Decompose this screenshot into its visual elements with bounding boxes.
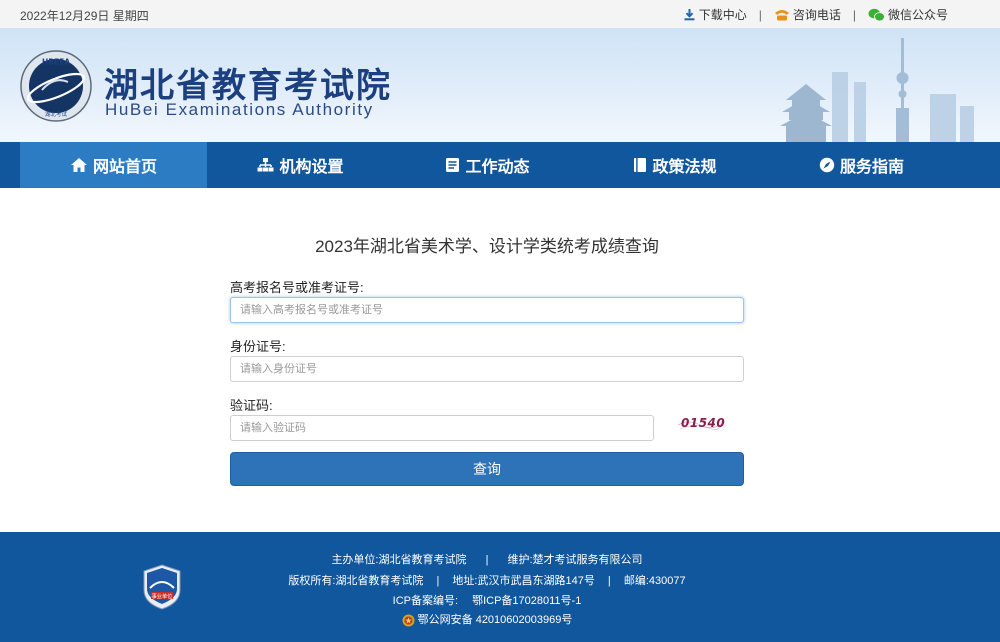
- phone-icon: [774, 10, 789, 21]
- host-label: 主办单位:: [331, 554, 379, 566]
- zip-label: 邮编:: [623, 575, 649, 587]
- zip-value: 430077: [648, 575, 686, 587]
- emblem-sub-text: 湖北考试: [45, 110, 68, 118]
- footer-line-icp: ICP备案编号: 鄂ICP备17028011号-1: [0, 592, 974, 608]
- wechat-icon: [868, 8, 885, 21]
- police-record-link[interactable]: 鄂公网安备 42010602003969号: [418, 614, 573, 626]
- icp-link[interactable]: 鄂ICP备17028011号-1: [472, 595, 581, 607]
- emblem-text: HBEEA: [42, 58, 70, 67]
- book-icon: [634, 158, 647, 172]
- hotline-label: 咨询电话: [792, 8, 841, 22]
- captcha-code: 01540: [681, 416, 726, 430]
- nav-item-label: 机构设置: [279, 159, 344, 176]
- host-value: 湖北省教育考试院: [378, 554, 467, 566]
- footer: 事业单位 主办单位:湖北省教育考试院 | 维护:楚才考试服务有限公司 版权所有:…: [0, 532, 1000, 642]
- download-icon: [684, 9, 695, 21]
- download-center-link[interactable]: 下载中心: [683, 6, 747, 23]
- main-nav: 网站首页 机构设置 工作动态 政策法规 服务指南: [0, 142, 1000, 188]
- captcha-label: 验证码:: [230, 398, 273, 413]
- nav-item-news[interactable]: 工作动态: [394, 142, 581, 188]
- wechat-label: 微信公众号: [887, 8, 948, 22]
- nav-item-label: 政策法规: [652, 159, 717, 176]
- query-button[interactable]: 查询: [230, 452, 744, 486]
- icp-label: ICP备案编号:: [392, 595, 459, 607]
- compass-icon: [819, 157, 835, 173]
- hotline-link[interactable]: 咨询电话: [774, 6, 841, 23]
- separator: |: [852, 7, 856, 22]
- nav-item-label: 服务指南: [839, 159, 904, 176]
- nav-item-policies[interactable]: 政策法规: [581, 142, 768, 188]
- current-date: 2022年12月29日 星期四: [20, 9, 149, 23]
- copyright-label: 版权所有:: [288, 575, 336, 587]
- city-skyline-illustration: [780, 38, 974, 142]
- police-badge-icon: [402, 614, 415, 627]
- id-card-input[interactable]: [230, 356, 744, 382]
- exam-id-label: 高考报名号或准考证号:: [230, 280, 364, 295]
- id-card-label: 身份证号:: [230, 339, 286, 354]
- page-title: 2023年湖北省美术学、设计学类统考成绩查询: [315, 237, 659, 256]
- nav-item-label: 网站首页: [92, 159, 157, 176]
- maintain-value: 楚才考试服务有限公司: [532, 554, 643, 566]
- captcha-input[interactable]: [230, 415, 654, 441]
- top-bar: 2022年12月29日 星期四 下载中心 | 咨询电话 | 微信公众号: [0, 0, 1000, 28]
- hbeea-emblem-logo[interactable]: HBEEA 湖北考试: [20, 50, 92, 122]
- address-value: 武汉市武昌东湖路147号: [477, 575, 595, 587]
- address-label: 地址:: [452, 575, 478, 587]
- top-links: 下载中心 | 咨询电话 | 微信公众号: [683, 6, 948, 23]
- maintain-label: 维护:: [507, 554, 533, 566]
- copyright-value: 湖北省教育考试院: [335, 575, 424, 587]
- document-icon: [446, 158, 460, 172]
- org-chart-icon: [257, 158, 274, 172]
- home-icon: [70, 158, 87, 172]
- nav-item-home[interactable]: 网站首页: [20, 142, 207, 188]
- header-banner: HBEEA 湖北考试 湖北省教育考试院 HuBei Examinations A…: [0, 28, 1000, 142]
- footer-line-host: 主办单位:湖北省教育考试院 | 维护:楚才考试服务有限公司: [331, 554, 643, 566]
- wechat-link[interactable]: 微信公众号: [868, 6, 948, 23]
- exam-id-input[interactable]: [230, 297, 744, 323]
- footer-line-police: 鄂公网安备 42010602003969号: [0, 611, 974, 627]
- nav-item-organization[interactable]: 机构设置: [207, 142, 394, 188]
- nav-item-label: 工作动态: [465, 159, 530, 176]
- nav-item-service-guide[interactable]: 服务指南: [768, 142, 955, 188]
- captcha-image[interactable]: 01540: [678, 415, 726, 433]
- separator: |: [758, 7, 762, 22]
- footer-line-copyright: 版权所有:湖北省教育考试院 | 地址:武汉市武昌东湖路147号 | 邮编:430…: [288, 575, 686, 587]
- download-center-label: 下载中心: [698, 8, 747, 22]
- site-title-en: HuBei Examinations Authority: [105, 100, 374, 119]
